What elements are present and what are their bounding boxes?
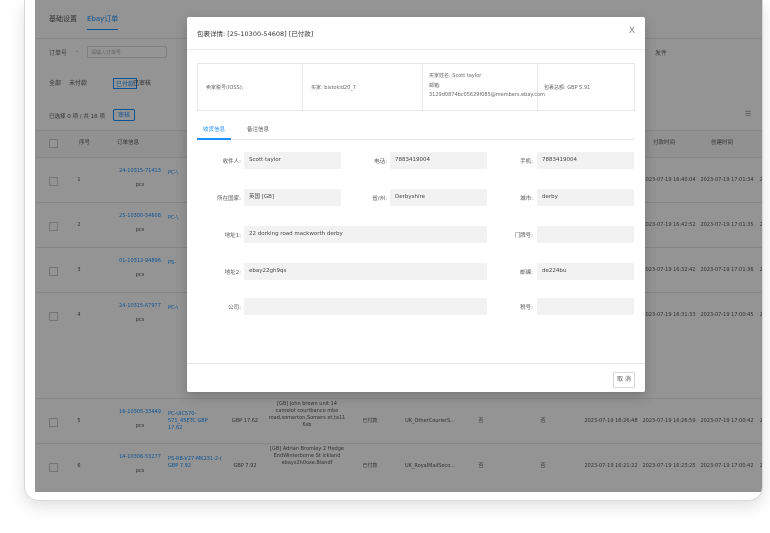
city-label: 城市: xyxy=(520,196,533,202)
mobile-label: 手机: xyxy=(520,159,533,165)
tab-remark-info[interactable]: 备注信息 xyxy=(247,125,269,133)
app-window: 基础设置 Ebay订单 订单号 ⌄ 请输入订单号 发件 全部 未付款 已付款 已… xyxy=(35,0,762,492)
tab-divider xyxy=(197,139,635,140)
door-number-label: 门牌号: xyxy=(514,233,533,239)
company-field[interactable] xyxy=(244,298,487,315)
seller-tax-cell: 卖家税号(IOSS): xyxy=(198,64,303,110)
mobile-field[interactable]: 7883419004 xyxy=(537,152,634,169)
phone-field[interactable]: 7883419004 xyxy=(390,152,487,169)
tax-number-field[interactable] xyxy=(537,298,634,315)
package-total: 包裹总额: GBP 5.91 xyxy=(544,85,591,91)
package-info-box: 卖家税号(IOSS): 买家: bistokid20_7 买家姓名: Scott… xyxy=(197,63,635,111)
package-detail-modal: 包裹详情: [25-10300-54608] [已付款] X 卖家税号(IOSS… xyxy=(187,17,645,392)
country-field[interactable]: 英国 [GB] xyxy=(244,189,341,206)
zip-field[interactable]: de224bu xyxy=(537,263,634,280)
close-icon[interactable]: X xyxy=(629,26,635,36)
address1-label: 地址1: xyxy=(224,233,241,239)
buyer-email: 邮箱: 3129d0874bc05629f085@members.ebay.co… xyxy=(429,83,545,98)
city-field[interactable]: derby xyxy=(537,189,634,206)
screenshot-frame: 基础设置 Ebay订单 订单号 ⌄ 请输入订单号 发件 全部 未付款 已付款 已… xyxy=(24,0,763,501)
seller-tax-label: 卖家税号(IOSS): xyxy=(206,85,244,91)
state-field[interactable]: Derbyshire xyxy=(390,189,487,206)
door-number-field[interactable] xyxy=(537,226,634,243)
footer-divider xyxy=(187,363,645,364)
buyer-id: 买家: bistokid20_7 xyxy=(311,85,356,91)
address2-field[interactable]: ebay22gh9qs xyxy=(244,263,487,280)
cancel-button[interactable]: 取 消 xyxy=(613,372,635,388)
buyer-cell: 买家: bistokid20_7 xyxy=(303,64,423,110)
phone-label: 电话: xyxy=(374,159,387,165)
buyer-contact-cell: 买家姓名: Scott taylor 邮箱: 3129d0874bc05629f… xyxy=(423,64,545,110)
package-total-cell: 包裹总额: GBP 5.91 xyxy=(538,64,634,110)
divider xyxy=(187,49,645,50)
buyer-name: 买家姓名: Scott taylor xyxy=(429,73,482,79)
recipient-field[interactable]: Scott taylor xyxy=(244,152,341,169)
recipient-label: 收件人: xyxy=(222,159,241,165)
modal-title: 包裹详情: [25-10300-54608] [已付款] xyxy=(197,30,314,38)
state-label: 省/州: xyxy=(372,196,387,202)
zip-label: 邮编: xyxy=(520,270,533,276)
tax-number-label: 税号: xyxy=(520,305,533,311)
address1-field[interactable]: 22 dorking road mackworth derby xyxy=(244,226,487,243)
active-tab-indicator xyxy=(197,138,231,140)
tab-shipping-info[interactable]: 收货信息 xyxy=(203,125,225,133)
company-label: 公司: xyxy=(228,305,241,311)
address2-label: 地址2: xyxy=(224,270,241,276)
country-label: 所在国家: xyxy=(217,196,241,202)
